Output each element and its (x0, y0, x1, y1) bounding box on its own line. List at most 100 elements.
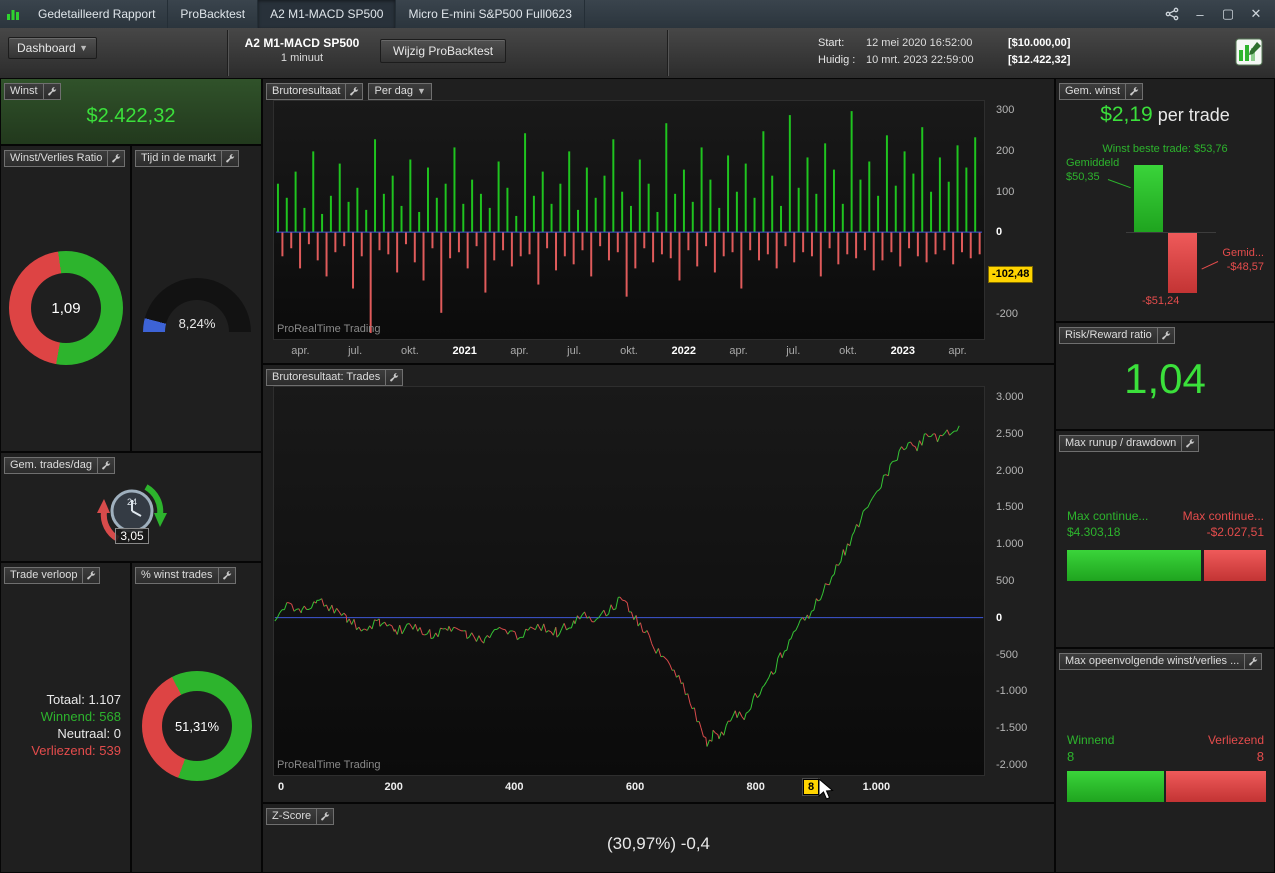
backtest-period-info: Start: 12 mei 2020 16:52:00 [$10.000,00]… (818, 35, 1070, 69)
panel-title: Z-Score (266, 808, 317, 825)
wrench-icon[interactable] (1245, 653, 1262, 670)
tab-label: A2 M1-MACD SP500 (270, 7, 383, 21)
panel-header: Max opeenvolgende winst/verlies ... (1059, 653, 1262, 670)
daily-y-axis: -102,48 3002001000-200 (986, 100, 1052, 340)
minimize-button[interactable]: – (1191, 5, 1209, 23)
chevron-down-icon: ▼ (417, 84, 426, 99)
x-axis-tick: apr. (273, 341, 328, 363)
wrench-icon[interactable] (386, 369, 403, 386)
daily-x-axis: apr.jul.okt.2021apr.jul.okt.2022apr.jul.… (273, 341, 985, 363)
start-capital: [$10.000,00] (1008, 35, 1070, 52)
tab-gedetailleerd-rapport[interactable]: Gedetailleerd Rapport (26, 0, 168, 28)
wrench-icon[interactable] (1158, 327, 1175, 344)
daily-results-chart[interactable]: ProRealTime Trading (273, 100, 985, 340)
wrench-icon[interactable] (1182, 435, 1199, 452)
wrench-icon[interactable] (1126, 83, 1143, 100)
start-datetime: 12 mei 2020 16:52:00 (866, 35, 1008, 52)
tab-instrument[interactable]: Micro E-mini S&P500 Full0623 (396, 0, 584, 28)
panel-header: % winst trades (135, 567, 236, 584)
risk-reward-value: 1,04 (1056, 355, 1274, 403)
total-profit-value: $2.422,32 (1, 105, 261, 128)
avg-profit-suffix: per trade (1153, 105, 1230, 125)
panel-pct-winst-trades: % winst trades 51,31% (131, 562, 262, 873)
x-axis-tick: 800 (747, 781, 765, 793)
panel-trade-verloop: Trade verloop Totaal: 1.107 Winnend: 568… (0, 562, 131, 873)
avg-loss-label: Gemid... (1222, 247, 1264, 259)
wrench-icon[interactable] (44, 83, 61, 100)
chevron-down-icon: ▼ (79, 43, 88, 53)
panel-header: Winst/Verlies Ratio (4, 150, 125, 167)
max-drawdown-label: Max continue... (1183, 509, 1264, 523)
y-axis-tick: 1.500 (996, 500, 1024, 514)
system-name: A2 M1-MACD SP500 (232, 35, 372, 51)
equity-curve-chart[interactable]: ProRealTime Trading (273, 386, 985, 776)
close-button[interactable]: ✕ (1247, 5, 1265, 23)
x-axis-tick: apr. (492, 341, 547, 363)
panel-title: Brutoresultaat (266, 83, 346, 100)
tab-probacktest[interactable]: ProBacktest (168, 0, 258, 28)
current-datetime: 10 mrt. 2023 22:59:00 (866, 52, 1008, 69)
panel-title: Gem. trades/dag (4, 457, 98, 474)
toolbar-separator (227, 30, 229, 76)
maximize-button[interactable]: ▢ (1219, 5, 1237, 23)
x-axis-tick: jul. (766, 341, 821, 363)
dashboard-label: Dashboard (17, 41, 76, 55)
trades-losing-row: Verliezend: 539 (11, 742, 121, 759)
period-dropdown[interactable]: Per dag▼ (368, 83, 431, 100)
consecutive-loss-value: 8 (1257, 749, 1264, 764)
x-axis-tick: 0 (278, 781, 284, 793)
x-axis-tick: 2022 (656, 341, 711, 363)
panel-zscore: Z-Score (30,97%) -0,4 (262, 803, 1055, 873)
wrench-icon[interactable] (98, 457, 115, 474)
consecutive-loss-bar (1166, 771, 1266, 802)
toolbar: Dashboard ▼ A2 M1-MACD SP500 1 minuut Wi… (0, 28, 1275, 79)
best-trade-text: Winst beste trade: $53,76 (1056, 143, 1274, 155)
panel-gem-winst: Gem. winst $2,19 per trade Winst beste t… (1055, 78, 1275, 322)
time-in-market-value: 8,24% (143, 316, 251, 331)
equity-curve-svg (274, 387, 984, 775)
panel-header: Gem. trades/dag (4, 457, 115, 474)
share-icon[interactable] (1163, 5, 1181, 23)
report-calculator-icon[interactable] (1233, 36, 1265, 68)
daily-bars-svg (274, 101, 984, 339)
panel-title: Risk/Reward ratio (1059, 327, 1158, 344)
win-pct-value: 51,31% (162, 691, 232, 761)
wrench-icon[interactable] (317, 808, 334, 825)
equity-y-axis: 3.0002.5002.0001.5001.0005000-500-1.000-… (986, 386, 1052, 776)
equity-x-axis: 8 02004006008001.000 (273, 777, 985, 803)
wrench-icon[interactable] (83, 567, 100, 584)
avg-win-value: $50,35 (1066, 171, 1100, 183)
x-axis-tick: 400 (505, 781, 523, 793)
wijzig-probacktest-button[interactable]: Wijzig ProBacktest (380, 39, 506, 63)
panel-brutoresultaat-trades: Brutoresultaat: Trades ProRealTime Tradi… (262, 364, 1055, 803)
panel-title: % winst trades (135, 567, 219, 584)
x-axis-tick: 2023 (875, 341, 930, 363)
tab-label: Micro E-mini S&P500 Full0623 (408, 7, 571, 21)
tab-system[interactable]: A2 M1-MACD SP500 (258, 0, 396, 28)
wrench-icon[interactable] (222, 150, 239, 167)
y-axis-tick: 0 (996, 225, 1002, 239)
panel-title: Gem. winst (1059, 83, 1126, 100)
dashboard-dropdown[interactable]: Dashboard ▼ (8, 37, 97, 59)
y-axis-tick: 100 (996, 185, 1014, 199)
x-axis-tick: apr. (930, 341, 985, 363)
wrench-icon[interactable] (108, 150, 125, 167)
panel-title: Tijd in de markt (135, 150, 222, 167)
panel-header: Gem. winst (1059, 83, 1143, 100)
panel-tijd-in-de-markt: Tijd in de markt 8,24% (131, 145, 262, 452)
panel-header: Z-Score (266, 808, 334, 825)
trades-total-row: Totaal: 1.107 (11, 691, 121, 708)
wrench-icon[interactable] (219, 567, 236, 584)
panel-header: Risk/Reward ratio (1059, 327, 1175, 344)
y-axis-tick: -200 (996, 307, 1018, 321)
panel-title: Max opeenvolgende winst/verlies ... (1059, 653, 1245, 670)
tab-label: ProBacktest (180, 7, 245, 21)
panel-header: Brutoresultaat: Trades (266, 369, 403, 386)
wrench-icon[interactable] (346, 83, 363, 100)
avg-win-bar (1134, 165, 1163, 232)
panel-title: Trade verloop (4, 567, 83, 584)
x-axis-tick: okt. (602, 341, 657, 363)
x-axis-tick: apr. (711, 341, 766, 363)
titlebar: Gedetailleerd Rapport ProBacktest A2 M1-… (0, 0, 1275, 29)
panel-title: Winst (4, 83, 44, 100)
